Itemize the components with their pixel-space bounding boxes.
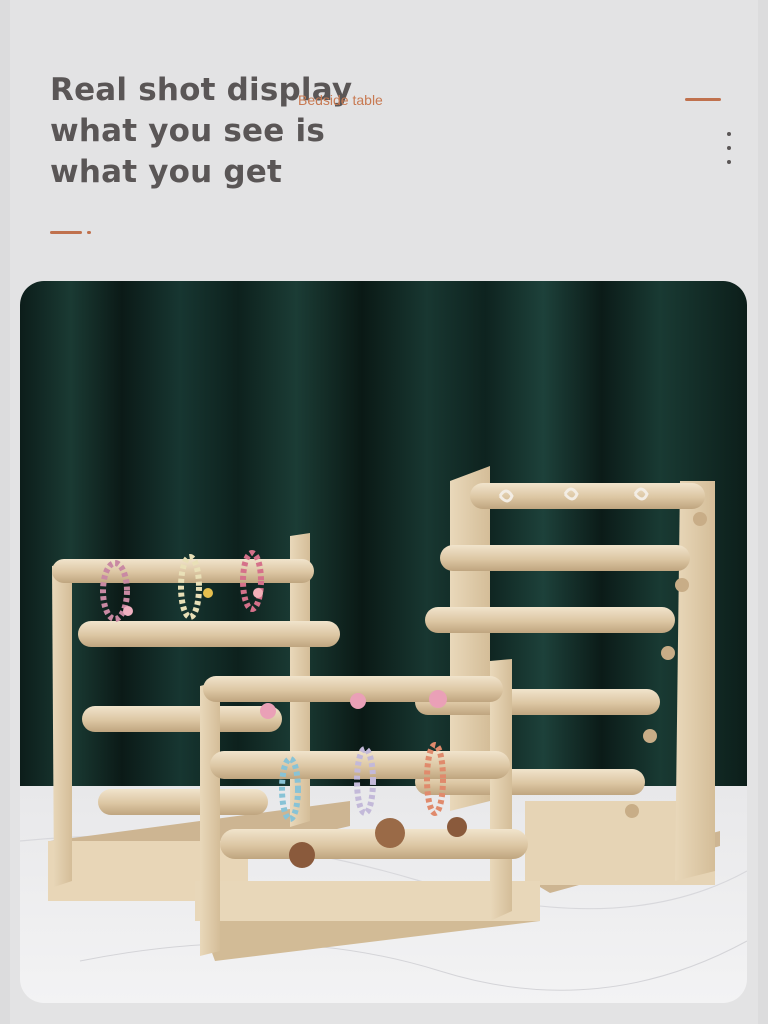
headline-line-3: what you get [50,154,283,190]
product-photo-illustration [20,281,747,1003]
category-tag: Bedside table [298,92,383,108]
page: Real shot display what you see is what y… [0,0,768,1024]
accent-dash-right [685,98,721,101]
more-vertical-icon[interactable] [724,132,734,172]
product-photo [20,281,747,1003]
headline-line-2: what you see is [50,113,325,149]
headline: Real shot display what you see is what y… [50,70,352,193]
accent-dot-left [87,231,91,234]
accent-dash-left [50,231,82,234]
